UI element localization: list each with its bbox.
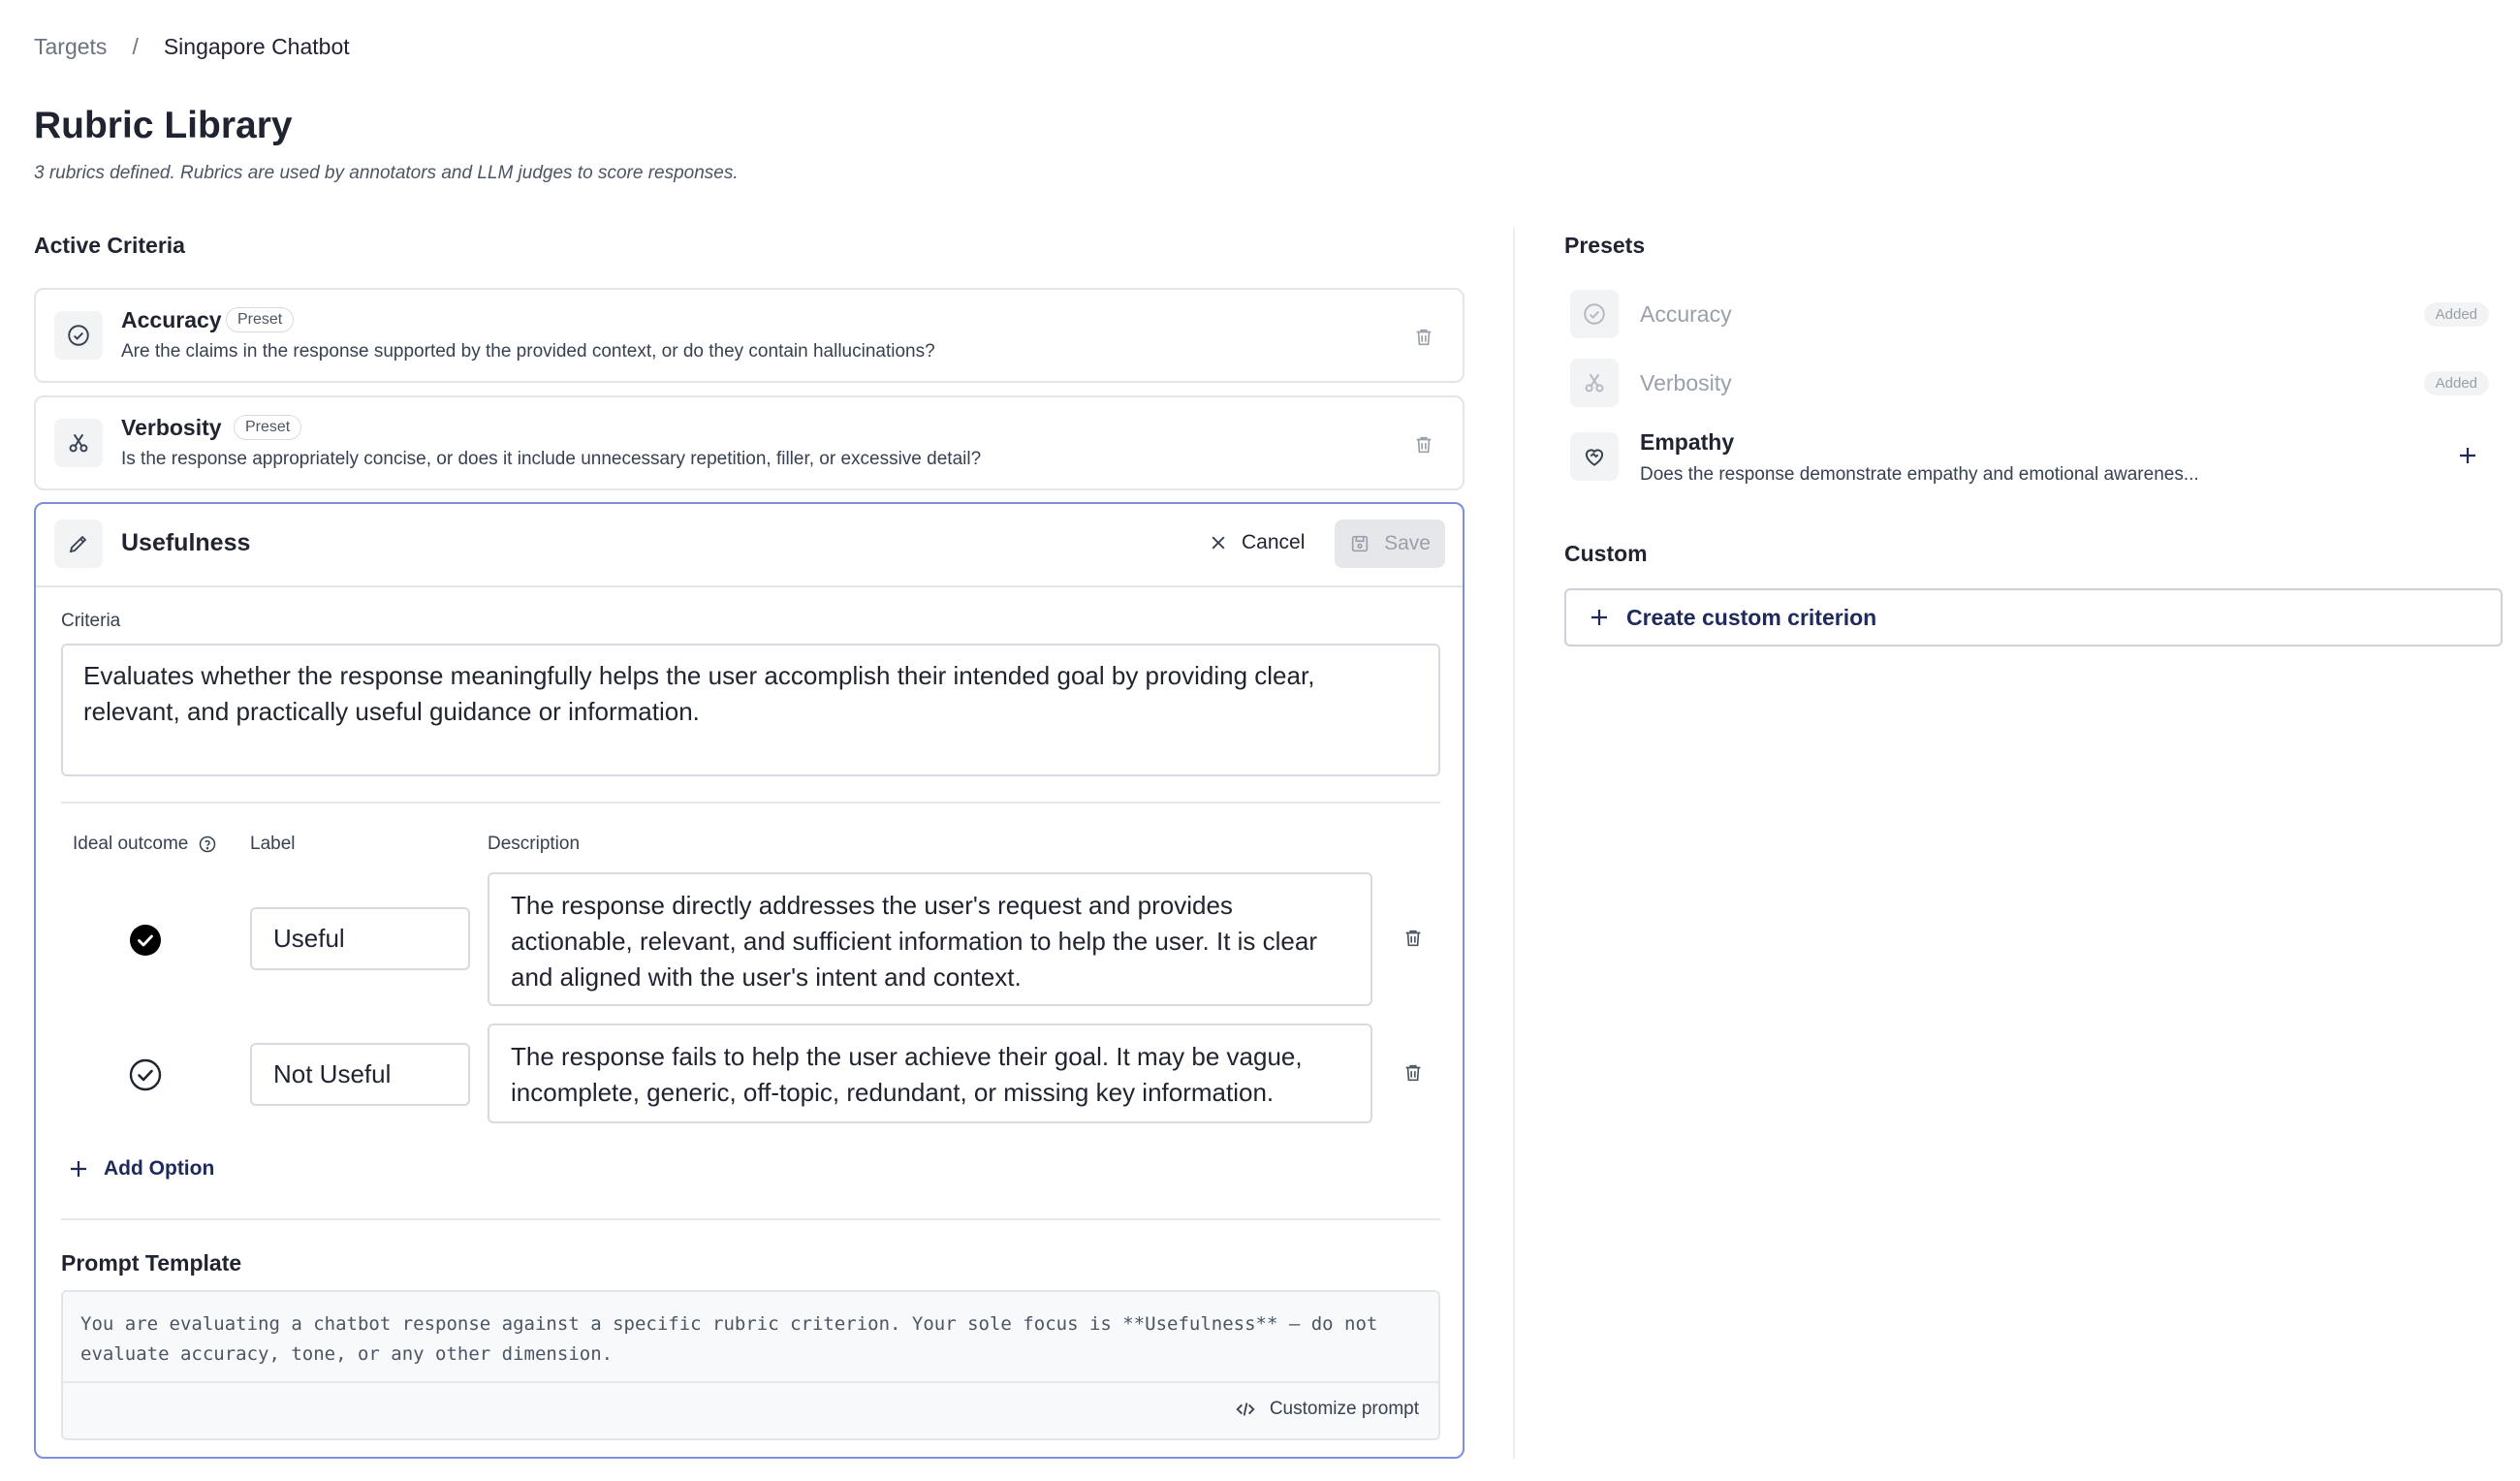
scissors-icon [54, 419, 103, 467]
save-icon [1351, 535, 1369, 552]
option-description-input[interactable]: The response fails to help the user achi… [488, 1024, 1372, 1123]
create-custom-criterion-label: Create custom criterion [1626, 604, 1877, 630]
active-criteria-title: Active Criteria [34, 233, 185, 258]
scissors-icon [1570, 359, 1619, 407]
add-option-button[interactable]: Add Option [67, 1157, 214, 1181]
trash-icon [1416, 329, 1432, 346]
option-label-input[interactable]: Not Useful [250, 1043, 470, 1106]
code-icon [1236, 1402, 1255, 1416]
divider [61, 1218, 1440, 1220]
custom-title: Custom [1564, 541, 1648, 566]
preset-badge: Preset [234, 415, 302, 440]
save-button[interactable]: Save [1335, 520, 1445, 568]
breadcrumb: Targets / Singapore Chatbot [34, 34, 350, 60]
criterion-editor: Usefulness Cancel Save Criteria Evaluate… [34, 502, 1465, 1459]
delete-criterion-button[interactable] [1411, 431, 1436, 458]
customize-prompt-button[interactable]: Customize prompt [1235, 1399, 1419, 1420]
prompt-template-title: Prompt Template [61, 1250, 242, 1276]
criterion-description: Are the claims in the response supported… [121, 341, 935, 362]
breadcrumb-separator: / [132, 34, 139, 59]
delete-criterion-button[interactable] [1411, 324, 1436, 351]
criterion-name: Verbosity [121, 415, 222, 440]
label-column-header: Label [250, 834, 296, 854]
prompt-footer-divider [63, 1381, 1438, 1383]
trash-icon [1416, 436, 1432, 454]
criteria-label: Criteria [61, 611, 121, 631]
prompt-template-text: You are evaluating a chatbot response ag… [80, 1313, 1378, 1365]
customize-prompt-label: Customize prompt [1269, 1399, 1419, 1419]
criteria-textarea[interactable]: Evaluates whether the response meaningfu… [61, 644, 1440, 776]
save-label: Save [1384, 532, 1431, 554]
criterion-name: Accuracy [121, 307, 222, 332]
preset-name: Verbosity [1640, 370, 1732, 395]
description-column-header: Description [488, 834, 581, 854]
preset-name: Empathy [1640, 429, 1735, 455]
delete-option-button[interactable] [1401, 925, 1426, 952]
preset-item-empathy[interactable]: Empathy Does the response demonstrate em… [1564, 423, 2495, 496]
close-icon [1212, 536, 1225, 550]
heart-handshake-icon [1570, 432, 1619, 481]
plus-icon [71, 1161, 86, 1177]
plus-icon [1591, 610, 1607, 625]
help-icon [200, 835, 216, 853]
preset-badge: Preset [226, 307, 295, 332]
added-badge: Added [2423, 302, 2489, 327]
check-circle-icon [54, 311, 103, 360]
cancel-label: Cancel [1242, 531, 1306, 553]
editor-title: Usefulness [121, 529, 251, 556]
preset-name: Accuracy [1640, 301, 1732, 327]
preset-item-accuracy: Accuracy Added [1564, 282, 2495, 346]
prompt-template-box: You are evaluating a chatbot response ag… [61, 1290, 1440, 1440]
delete-option-button[interactable] [1401, 1059, 1426, 1087]
cancel-button[interactable]: Cancel [1209, 531, 1305, 554]
page-subtitle: 3 rubrics defined. Rubrics are used by a… [34, 163, 739, 183]
criterion-card-accuracy[interactable]: Accuracy Preset Are the claims in the re… [34, 288, 1465, 383]
editor-header-divider [36, 585, 1463, 587]
breadcrumb-targets-link[interactable]: Targets [34, 34, 107, 60]
ideal-outcome-radio[interactable] [129, 1058, 162, 1091]
divider [61, 802, 1440, 804]
preset-description: Does the response demonstrate empathy an… [1640, 464, 2199, 485]
option-label-input[interactable]: Useful [250, 907, 470, 970]
option-description-input[interactable]: The response directly addresses the user… [488, 872, 1372, 1006]
criterion-description: Is the response appropriately concise, o… [121, 449, 982, 469]
preset-item-verbosity: Verbosity Added [1564, 351, 2495, 415]
added-badge: Added [2423, 371, 2489, 395]
ideal-outcome-radio-selected[interactable] [129, 924, 162, 957]
pencil-icon [54, 520, 103, 568]
add-preset-button[interactable] [2456, 444, 2479, 472]
add-option-label: Add Option [104, 1157, 215, 1180]
breadcrumb-current: Singapore Chatbot [163, 34, 350, 59]
trash-icon [1405, 1064, 1421, 1082]
ideal-outcome-header: Ideal outcome [73, 834, 217, 855]
column-divider [1513, 228, 1515, 1459]
page-title: Rubric Library [34, 105, 293, 146]
ideal-outcome-label: Ideal outcome [73, 834, 189, 854]
create-custom-criterion-button[interactable]: Create custom criterion [1564, 588, 2503, 646]
check-circle-icon [1570, 290, 1619, 338]
criterion-card-verbosity[interactable]: Verbosity Preset Is the response appropr… [34, 395, 1465, 490]
presets-title: Presets [1564, 233, 1646, 258]
trash-icon [1405, 930, 1421, 947]
plus-icon [2460, 448, 2475, 463]
